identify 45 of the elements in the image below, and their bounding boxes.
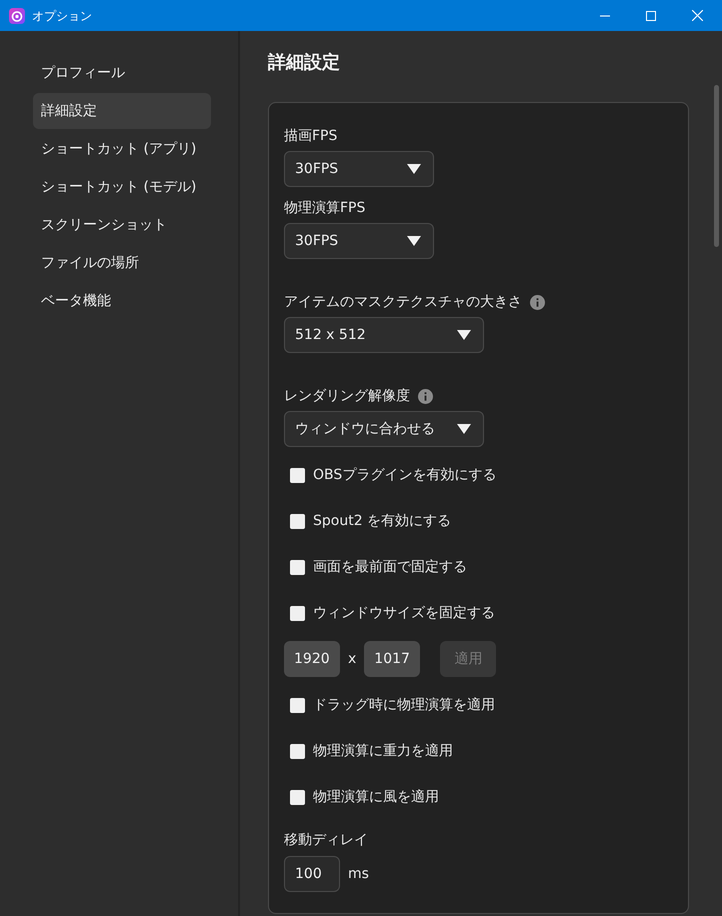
checkbox-label: OBSプラグインを有効にする bbox=[313, 466, 496, 484]
caret-icon bbox=[407, 164, 421, 174]
app-icon bbox=[9, 8, 25, 24]
checkbox-label: 画面を最前面で固定する bbox=[313, 558, 467, 576]
checkbox-label: 物理演算に重力を適用 bbox=[313, 742, 453, 760]
field-label: 物理演算FPS bbox=[284, 198, 366, 218]
page-title: 詳細設定 bbox=[268, 51, 341, 75]
caret-icon bbox=[457, 330, 471, 340]
window-title: オプション bbox=[32, 8, 92, 24]
close-icon bbox=[692, 10, 702, 21]
field-label: 移動ディレイ bbox=[284, 831, 369, 850]
caret-icon bbox=[407, 236, 421, 246]
checkbox[interactable] bbox=[290, 514, 305, 528]
info-icon[interactable] bbox=[418, 388, 433, 404]
checkbox[interactable] bbox=[290, 606, 305, 620]
checkbox-label: ウィンドウサイズを固定する bbox=[313, 604, 495, 622]
checkbox-label: ドラッグ時に物理演算を適用 bbox=[313, 696, 495, 714]
sidebar-item[interactable]: ショートカット (アプリ) bbox=[33, 131, 211, 167]
dropdown[interactable]: ウィンドウに合わせる bbox=[284, 411, 484, 447]
info-icon[interactable] bbox=[530, 294, 545, 310]
dropdown[interactable]: 512 x 512 bbox=[284, 317, 484, 353]
sidebar-item[interactable]: プロフィール bbox=[33, 55, 211, 91]
sidebar-item[interactable]: ファイルの場所 bbox=[33, 245, 211, 281]
scrollbar-thumb[interactable] bbox=[714, 85, 719, 247]
checkbox[interactable] bbox=[290, 698, 305, 712]
sidebar-item[interactable]: スクリーンショット bbox=[33, 207, 211, 243]
checkbox-label: Spout2 を有効にする bbox=[313, 512, 452, 530]
checkbox[interactable] bbox=[290, 560, 305, 574]
sidebar-item[interactable]: ショートカット (モデル) bbox=[33, 169, 211, 205]
sidebar-item[interactable]: ベータ機能 bbox=[33, 283, 211, 319]
checkbox[interactable] bbox=[290, 790, 305, 804]
checkbox-label: 物理演算に風を適用 bbox=[313, 788, 439, 806]
field-label: 描画FPS bbox=[284, 126, 338, 146]
unit-label: ms bbox=[348, 864, 369, 884]
field-label: アイテムのマスクテクスチャの大きさ bbox=[284, 292, 522, 312]
checkbox[interactable] bbox=[290, 744, 305, 758]
dropdown[interactable]: 30FPS bbox=[284, 223, 434, 259]
delay-field[interactable]: 100 bbox=[284, 856, 340, 892]
maximize-icon bbox=[646, 10, 656, 20]
sidebar-item[interactable]: 詳細設定 bbox=[33, 93, 211, 129]
field-label: レンダリング解像度 bbox=[284, 386, 410, 406]
caret-icon bbox=[457, 424, 471, 434]
dropdown[interactable]: 30FPS bbox=[284, 151, 434, 187]
checkbox[interactable] bbox=[290, 468, 305, 482]
times-sign: x bbox=[348, 650, 356, 668]
